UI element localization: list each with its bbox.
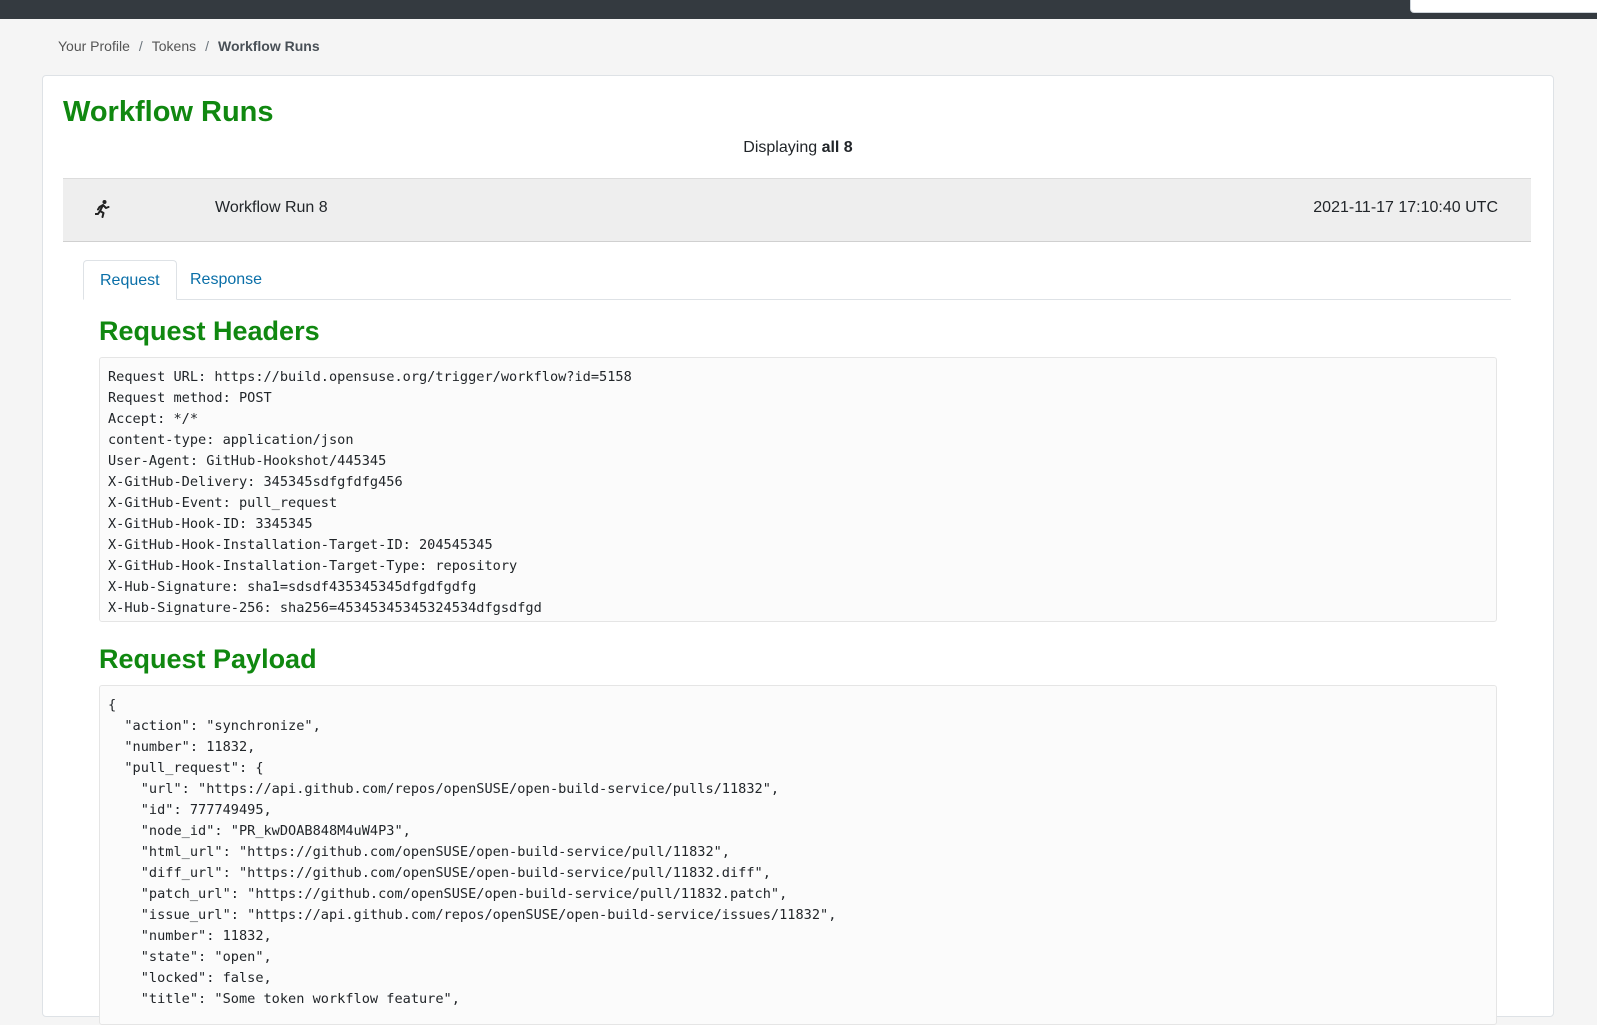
navbar-search-input[interactable]	[1410, 0, 1597, 13]
workflow-run-timestamp: 2021-11-17 17:10:40 UTC	[1313, 199, 1498, 216]
displaying-count: Displaying all 8	[43, 139, 1553, 157]
request-payload-block: { "action": "synchronize", "number": 118…	[99, 685, 1497, 1025]
request-payload-line: "pull_request": {	[108, 760, 264, 776]
workflow-run-name: Workflow Run 8	[215, 199, 328, 216]
request-payload-line: "title": "Some token workflow feature",	[108, 991, 460, 1007]
tab-request[interactable]: Request	[83, 260, 177, 300]
request-payload-line: "action": "synchronize",	[108, 718, 321, 734]
displaying-prefix: Displaying	[743, 139, 818, 156]
request-header-line: X-Hub-Signature-256: sha256=453453453453…	[108, 600, 542, 616]
request-payload-line: "html_url": "https://github.com/openSUSE…	[108, 844, 730, 860]
page-title: Workflow Runs	[63, 96, 274, 128]
request-payload-line: "node_id": "PR_kwDOAB848M4uW4P3",	[108, 823, 411, 839]
breadcrumb-current: Workflow Runs	[218, 38, 320, 54]
request-header-line: Accept: */*	[108, 411, 199, 427]
request-header-line: Request URL: https://build.opensuse.org/…	[108, 369, 632, 385]
running-person-icon	[94, 199, 111, 219]
request-payload-line: "issue_url": "https://api.github.com/rep…	[108, 907, 837, 923]
request-payload-heading: Request Payload	[99, 644, 317, 674]
request-header-line: X-GitHub-Hook-Installation-Target-ID: 20…	[108, 537, 493, 553]
request-response-tabs: Request Response	[83, 260, 1511, 300]
breadcrumb-tokens[interactable]: Tokens	[152, 38, 196, 54]
request-payload-line: {	[108, 697, 117, 713]
request-header-line: content-type: application/json	[108, 432, 354, 448]
request-payload-line: "id": 777749495,	[108, 802, 272, 818]
request-headers-block: Request URL: https://build.opensuse.org/…	[99, 357, 1497, 622]
request-header-line: User-Agent: GitHub-Hookshot/445345	[108, 453, 387, 469]
request-payload-line: "patch_url": "https://github.com/openSUS…	[108, 886, 788, 902]
breadcrumb: Your Profile / Tokens / Workflow Runs	[58, 38, 320, 54]
tab-response[interactable]: Response	[174, 260, 278, 300]
request-header-line: X-GitHub-Hook-Installation-Target-Type: …	[108, 558, 518, 574]
workflow-runs-card: Workflow Runs Displaying all 8 Workflow …	[42, 75, 1554, 1025]
request-payload-line: "number": 11832,	[108, 928, 272, 944]
workflow-run-row[interactable]: Workflow Run 8 2021-11-17 17:10:40 UTC	[63, 178, 1531, 242]
request-payload-line: "number": 11832,	[108, 739, 256, 755]
request-header-line: Request method: POST	[108, 390, 272, 406]
request-payload-line: "url": "https://api.github.com/repos/ope…	[108, 781, 780, 797]
displaying-total: all 8	[821, 139, 853, 156]
request-payload-line: "state": "open",	[108, 949, 272, 965]
request-header-line: X-GitHub-Hook-ID: 3345345	[108, 516, 313, 532]
breadcrumb-separator: /	[205, 38, 209, 54]
request-header-line: X-GitHub-Delivery: 345345sdfgfdfg456	[108, 474, 403, 490]
request-payload-line: "locked": false,	[108, 970, 272, 986]
request-headers-heading: Request Headers	[99, 316, 320, 346]
request-header-line: X-Hub-Signature: sha1=sdsdf435345345dfgd…	[108, 579, 477, 595]
request-header-line: X-GitHub-Event: pull_request	[108, 495, 338, 511]
top-navbar	[0, 0, 1597, 19]
request-payload-line: "diff_url": "https://github.com/openSUSE…	[108, 865, 771, 881]
breadcrumb-separator: /	[138, 38, 143, 54]
breadcrumb-your-profile[interactable]: Your Profile	[58, 38, 130, 54]
